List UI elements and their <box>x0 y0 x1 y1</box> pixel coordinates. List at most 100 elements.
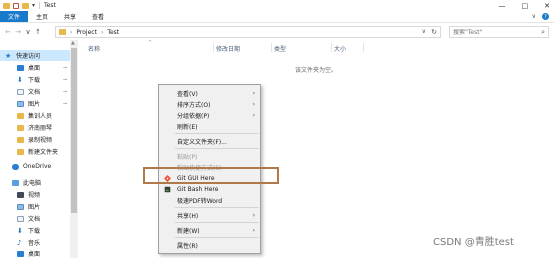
column-divider[interactable] <box>213 43 214 52</box>
nav-item-label: 下载 <box>28 77 41 84</box>
menu-item-share[interactable]: 共享(H) › <box>159 210 260 220</box>
nav-item-label: 文档 <box>28 216 41 223</box>
up-button[interactable]: ↑ <box>33 28 43 36</box>
forward-button[interactable]: → <box>13 28 23 36</box>
submenu-arrow-icon: › <box>252 211 255 219</box>
menu-item-git-bash-here[interactable]: Git Bash Here <box>159 184 260 194</box>
menu-item-label: 查看(V) <box>177 90 198 98</box>
address-dropdown-button[interactable]: ∨ <box>422 28 426 35</box>
pin-icon: ⊸ <box>62 100 67 107</box>
menu-item-properties[interactable]: 属性(R) <box>159 240 260 250</box>
nav-item-downloads[interactable]: ⬇ 下载 ⊸ <box>0 74 70 85</box>
column-header-size[interactable]: 大小 <box>334 44 346 53</box>
tab-view[interactable]: 查看 <box>84 11 112 22</box>
pin-icon: ⊸ <box>62 76 67 83</box>
ribbon-expand-button[interactable]: ∨ <box>532 13 536 20</box>
breadcrumb-project[interactable]: Project <box>76 29 97 36</box>
column-divider[interactable] <box>363 43 364 52</box>
menu-item-label: 共享(H) <box>177 212 199 220</box>
nav-item-folder[interactable]: 济南丽琴 <box>0 122 70 133</box>
nav-item-videos[interactable]: 视频 <box>0 189 70 200</box>
help-icon[interactable]: ? <box>542 13 549 20</box>
menu-item-label: 自定义文件夹(F)... <box>177 138 227 146</box>
nav-item-folder[interactable]: 集训人员 <box>0 110 70 121</box>
nav-item-documents[interactable]: 文档 ⊸ <box>0 86 70 97</box>
menu-item-label: 粘贴(P) <box>177 153 198 161</box>
nav-item-desktop[interactable]: 桌面 <box>0 248 70 258</box>
highlight-box <box>143 167 279 184</box>
breadcrumb-test[interactable]: Test <box>107 29 119 36</box>
nav-item-label: 桌面 <box>28 65 41 72</box>
nav-item-label: 文档 <box>28 89 41 96</box>
nav-item-folder[interactable]: 新建文件夹 <box>0 146 70 157</box>
refresh-icon[interactable]: ↻ <box>431 28 437 36</box>
menu-item-view[interactable]: 查看(V) › <box>159 88 260 98</box>
properties-icon[interactable] <box>13 2 19 9</box>
folder-icon <box>17 112 24 119</box>
folder-icon <box>17 136 24 143</box>
menu-item-label: 属性(R) <box>177 242 198 250</box>
menu-item-group-by[interactable]: 分组依据(P) › <box>159 110 260 120</box>
menu-item-refresh[interactable]: 刷新(E) <box>159 121 260 131</box>
column-header-name[interactable]: 名称 <box>88 44 100 53</box>
nav-item-this-pc[interactable]: 此电脑 <box>0 177 70 188</box>
nav-item-quick-access[interactable]: ★ 快速访问 <box>0 50 70 61</box>
nav-item-label: 图片 <box>28 101 41 108</box>
nav-item-label: OneDrive <box>23 163 52 170</box>
nav-item-pictures[interactable]: 图片 <box>0 201 70 212</box>
search-box[interactable]: ⌕ <box>449 26 549 38</box>
nav-item-pictures[interactable]: 图片 ⊸ <box>0 98 70 109</box>
menu-item-sort-by[interactable]: 排序方式(O) › <box>159 99 260 109</box>
search-icon[interactable]: ⌕ <box>541 28 545 37</box>
desktop-icon <box>17 250 24 257</box>
maximize-button[interactable]: □ <box>522 2 529 10</box>
scroll-up-icon[interactable]: ▲ <box>71 40 75 46</box>
folder-icon <box>17 124 24 131</box>
column-header-type[interactable]: 类型 <box>274 44 286 53</box>
quick-access-toolbar-dropdown[interactable]: ▾ <box>32 2 35 9</box>
file-list-area[interactable]: ^ 名称 修改日期 类型 大小 该文件夹为空。 <box>78 40 554 258</box>
nav-item-desktop[interactable]: 桌面 ⊸ <box>0 62 70 73</box>
scrollbar-thumb[interactable] <box>71 48 77 213</box>
menu-item-customize-folder[interactable]: 自定义文件夹(F)... <box>159 136 260 146</box>
menu-item-paste: 粘贴(P) <box>159 151 260 161</box>
nav-item-onedrive[interactable]: OneDrive <box>0 161 70 172</box>
nav-item-label: 新建文件夹 <box>28 149 59 156</box>
tab-share[interactable]: 共享 <box>56 11 84 22</box>
menu-item-new[interactable]: 新建(W) › <box>159 225 260 235</box>
nav-item-downloads[interactable]: ⬇ 下载 <box>0 225 70 236</box>
search-input[interactable] <box>453 28 537 36</box>
column-header-modified[interactable]: 修改日期 <box>216 44 240 53</box>
minimize-button[interactable]: — <box>499 2 506 10</box>
address-toolbar: ← → ∨ ↑ › Project › Test ∨ ↻ ⌕ <box>0 24 554 40</box>
new-folder-icon[interactable] <box>22 2 29 9</box>
breadcrumb-separator[interactable]: › <box>101 29 103 36</box>
menu-item-label: 新建(W) <box>177 227 200 235</box>
nav-item-label: 集训人员 <box>28 113 53 120</box>
nav-item-label: 视频 <box>28 192 41 199</box>
nav-item-folder[interactable]: 录制视频 <box>0 134 70 145</box>
recent-locations-button[interactable]: ∨ <box>23 28 33 36</box>
pc-icon <box>12 179 19 186</box>
nav-scrollbar[interactable]: ▲ <box>70 40 78 258</box>
title-separator <box>39 2 41 9</box>
menu-item-pdf-to-word[interactable]: 极速PDF转Word <box>159 195 260 205</box>
breadcrumb-separator[interactable]: › <box>70 29 72 36</box>
pin-icon: ⊸ <box>62 88 67 95</box>
column-divider[interactable] <box>331 43 332 52</box>
nav-item-label: 音乐 <box>28 240 41 247</box>
onedrive-icon <box>12 163 19 170</box>
back-button[interactable]: ← <box>3 28 13 36</box>
close-button[interactable]: ✕ <box>544 2 550 10</box>
menu-separator <box>175 237 259 238</box>
nav-item-documents[interactable]: 文档 <box>0 213 70 224</box>
nav-item-music[interactable]: ♪ 音乐 <box>0 237 70 248</box>
submenu-arrow-icon: › <box>252 89 255 97</box>
tab-home[interactable]: 主页 <box>28 11 56 22</box>
address-bar[interactable]: › Project › Test ∨ ↻ <box>55 26 441 38</box>
video-icon <box>17 191 24 198</box>
tab-file[interactable]: 文件 <box>0 11 29 22</box>
picture-icon <box>17 100 24 107</box>
column-divider[interactable] <box>271 43 272 52</box>
folder-icon <box>17 148 24 155</box>
